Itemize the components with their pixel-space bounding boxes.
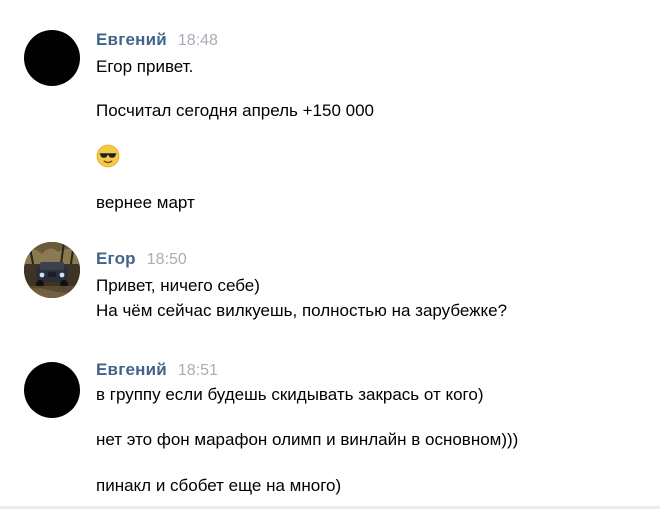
avatar[interactable] (24, 362, 80, 418)
message-time: 18:51 (177, 362, 218, 379)
message-header: Евгений 18:51 (96, 360, 218, 382)
message-header: Евгений 18:48 (96, 30, 218, 52)
message-text: вернее март (96, 193, 195, 212)
author-name[interactable]: Евгений (96, 30, 167, 50)
message-text: нет это фон марафон олимп и винлайн в ос… (96, 430, 519, 449)
message-text: в группу если будешь скидывать закрась о… (96, 385, 484, 404)
avatar[interactable] (24, 242, 80, 298)
chat-history: Евгений 18:48 Егор привет. Посчитал сего… (0, 0, 660, 509)
author-name[interactable]: Егор (96, 249, 136, 269)
author-name[interactable]: Евгений (96, 360, 167, 380)
message-text: пинакл и сбобет еще на много) (96, 476, 342, 495)
sunglasses-emoji-icon (96, 144, 120, 168)
message-text: Посчитал сегодня апрель +150 000 (96, 101, 375, 120)
message-text: На чём сейчас вилкуешь, полностью на зар… (96, 301, 508, 320)
avatar[interactable] (24, 30, 80, 86)
message-header: Егор 18:50 (96, 249, 187, 271)
message-text: Привет, ничего себе) (96, 276, 260, 295)
message-time: 18:50 (146, 251, 187, 268)
message-text: Егор привет. (96, 57, 194, 76)
message-time: 18:48 (177, 32, 218, 49)
